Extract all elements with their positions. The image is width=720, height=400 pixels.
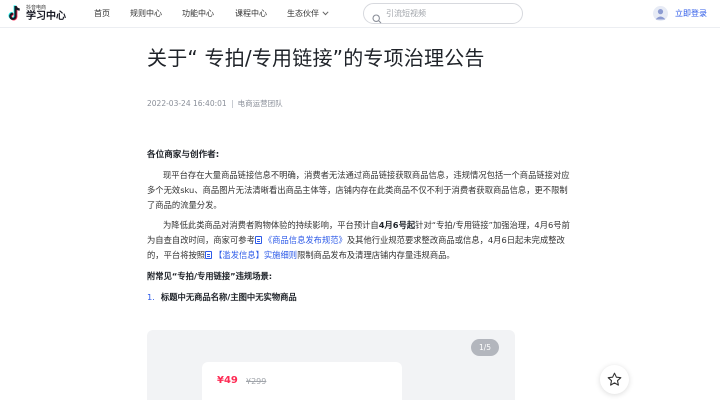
- paragraph-2-text-a: 为降低此类商品对消费者购物体验的持续影响，平台预计自: [163, 220, 379, 230]
- user-icon[interactable]: [653, 6, 668, 21]
- article-body: 各位商家与创作者: 现平台存在大量商品链接信息不明确，消费者无法通过商品链接获取…: [147, 148, 573, 305]
- nav-item-features[interactable]: 功能中心: [182, 9, 214, 19]
- article-title: 关于“ 专拍/专用链接”的专项治理公告: [147, 46, 485, 70]
- paragraph-2: 为降低此类商品对消费者购物体验的持续影响，平台预计自4月6号起针对“专拍/专用链…: [147, 218, 573, 263]
- list-item: 1. 标题中无商品名称/主图中无实物商品: [147, 290, 573, 305]
- top-nav-bar: 抖音电商 学习中心 首页 规则中心 功能中心 课程中心 生态伙伴 立即登录: [0, 0, 720, 28]
- product-price: ¥49: [217, 375, 238, 386]
- list-text: 标题中无商品名称/主图中无实物商品: [160, 292, 297, 302]
- section-heading: 附常见“专拍/专用链接”违规场景:: [147, 271, 273, 281]
- logo-title: 学习中心: [26, 11, 66, 22]
- search-input[interactable]: [386, 6, 516, 21]
- paragraph-1: 现平台存在大量商品链接信息不明确，消费者无法通过商品链接获取商品信息，违规情况包…: [147, 170, 570, 210]
- douyin-logo-icon: [7, 5, 23, 23]
- login-link[interactable]: 立即登录: [675, 9, 707, 19]
- nav-item-rules[interactable]: 规则中心: [130, 9, 162, 19]
- greeting: 各位商家与创作者:: [147, 150, 220, 160]
- article-meta: 2022-03-24 16:40:01 电商运营团队: [147, 98, 283, 109]
- page-scrollbar[interactable]: [708, 28, 720, 400]
- doc-icon: [254, 236, 262, 244]
- list-number: 1.: [147, 292, 155, 302]
- nav-item-partners-label: 生态伙伴: [287, 9, 319, 18]
- chevron-down-icon: [322, 9, 329, 19]
- product-original-price: ¥299: [246, 377, 267, 386]
- nav-item-courses[interactable]: 课程中心: [235, 9, 267, 19]
- search-icon: [372, 9, 382, 24]
- nav-item-home[interactable]: 首页: [94, 9, 110, 19]
- site-logo[interactable]: 抖音电商 学习中心: [7, 3, 77, 25]
- article-author: 电商运营团队: [237, 99, 283, 108]
- link-spam-rules[interactable]: 【滥发信息】实施细则: [214, 250, 297, 260]
- nav-item-partners[interactable]: 生态伙伴: [287, 9, 329, 19]
- meta-divider: [231, 99, 233, 108]
- search-box[interactable]: [363, 3, 523, 24]
- publish-date: 2022-03-24 16:40:01: [147, 99, 227, 108]
- link-product-info-spec[interactable]: 《商品信息发布规范》: [264, 235, 347, 245]
- paragraph-2-text-d: 限制商品发布及清理店铺内存量违规商品。: [297, 250, 455, 260]
- carousel-counter: 1/5: [471, 339, 499, 356]
- effective-date: 4月6号起: [378, 220, 416, 230]
- doc-icon: [205, 251, 213, 259]
- favorite-button[interactable]: [600, 365, 629, 394]
